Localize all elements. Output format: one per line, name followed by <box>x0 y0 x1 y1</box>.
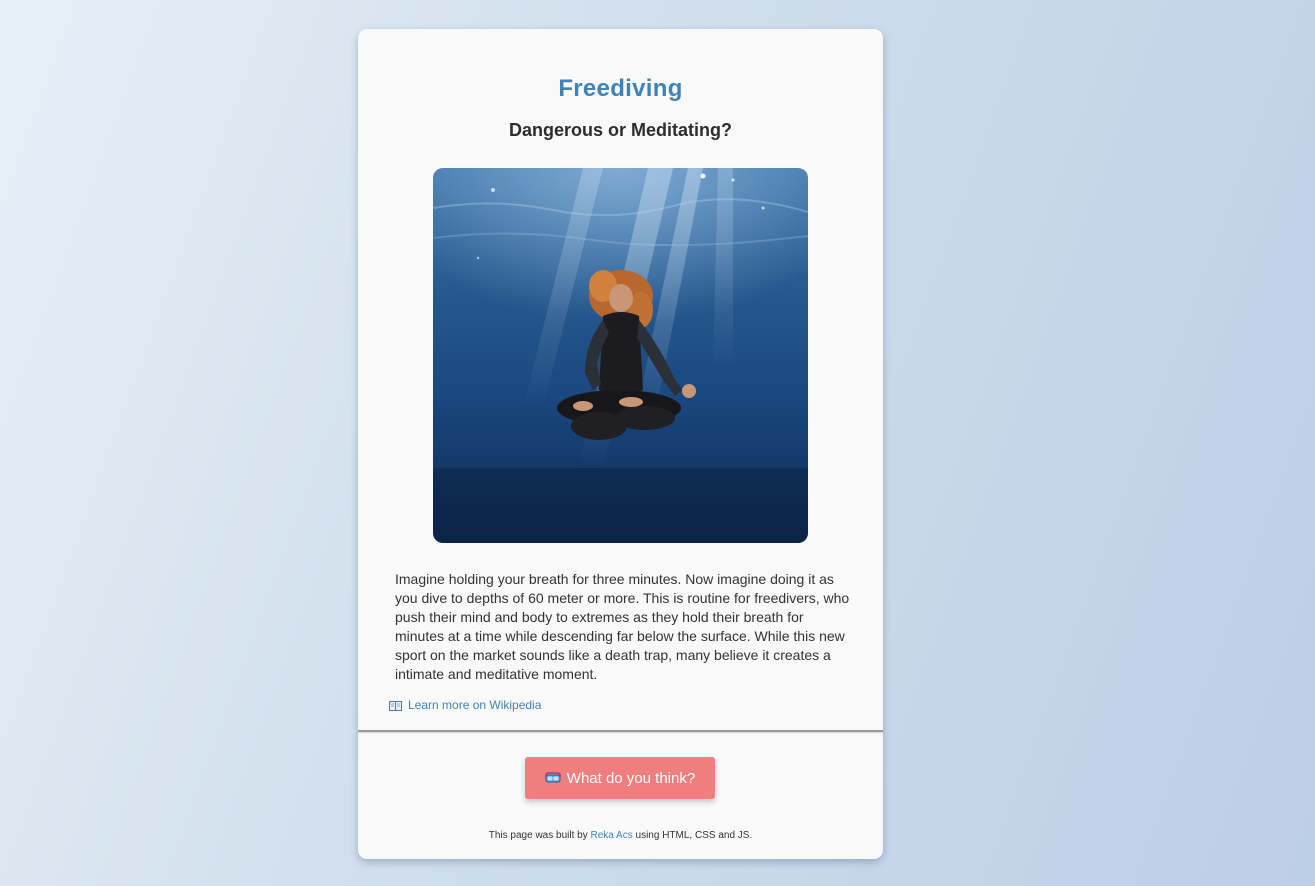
author-link[interactable]: Reka Acs <box>590 830 632 841</box>
page-subtitle: Dangerous or Meditating? <box>508 120 732 140</box>
page-title: Freediving <box>558 75 683 102</box>
freediver-photo <box>433 168 808 543</box>
wikipedia-link[interactable]: Learn more on Wikipedia <box>389 698 541 712</box>
footer-suffix: using HTML, CSS and JS. <box>632 830 753 841</box>
article-card: Freediving Dangerous or Meditating? Imag… <box>358 29 883 859</box>
what-do-you-think-button[interactable]: What do you think? <box>525 757 715 799</box>
wikipedia-link-label: Learn more on Wikipedia <box>408 698 542 712</box>
section-divider <box>358 730 883 732</box>
footer-prefix: This page was built by <box>488 830 591 841</box>
what-do-you-think-label: What do you think? <box>566 769 696 787</box>
diving-mask-icon <box>544 771 561 785</box>
article-description: Imagine holding your breath for three mi… <box>395 571 850 682</box>
page-footer: This page was built by Reka Acs using HT… <box>358 830 883 841</box>
freediver-image <box>433 168 808 543</box>
book-icon <box>389 700 402 711</box>
